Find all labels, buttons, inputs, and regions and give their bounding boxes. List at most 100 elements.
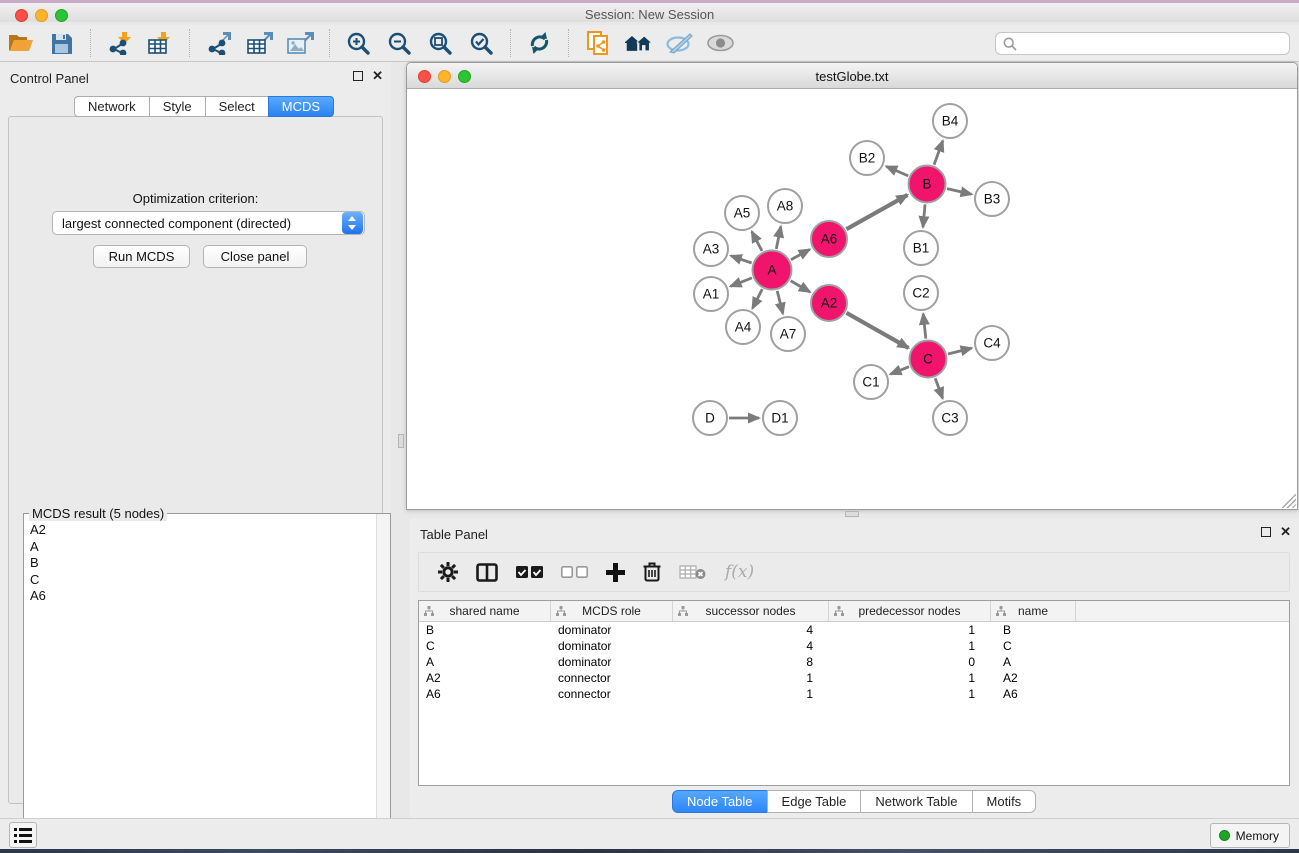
graph-edge-A-A3[interactable] (731, 256, 752, 263)
graph-node-label-A6: A6 (821, 232, 838, 247)
graph-node-label-C2: C2 (912, 286, 929, 301)
table-row[interactable]: Bdominator41B (419, 622, 1289, 638)
home-layout-icon[interactable] (625, 30, 652, 56)
main-toolbar (0, 25, 1299, 62)
graph-edge-A-A5[interactable] (752, 232, 762, 251)
table-row[interactable]: A2connector11A2 (419, 670, 1289, 686)
mcds-result-item[interactable]: B (30, 555, 375, 572)
select-all-columns-icon[interactable] (516, 566, 543, 578)
float-table-panel-icon[interactable] (1261, 527, 1271, 537)
tab-select[interactable]: Select (205, 96, 269, 117)
delete-columns-icon[interactable] (643, 562, 661, 582)
selected-criterion: largest connected component (directed) (53, 216, 342, 231)
graph-edge-A-A2[interactable] (791, 281, 810, 292)
tab-motifs[interactable]: Motifs (972, 790, 1037, 813)
tab-network[interactable]: Network (74, 96, 150, 117)
delete-table-icon[interactable] (679, 564, 706, 580)
graph-edge-A6-B[interactable] (846, 195, 907, 229)
run-mcds-button[interactable]: Run MCDS (93, 245, 190, 268)
close-table-panel-icon[interactable]: ✕ (1280, 527, 1291, 537)
graph-node-label-A3: A3 (703, 242, 720, 257)
graph-edge-A-A1[interactable] (731, 278, 752, 286)
zoom-out-icon[interactable] (386, 30, 413, 56)
graph-node-label-A7: A7 (780, 327, 797, 342)
table-row[interactable]: Adominator80A (419, 654, 1289, 670)
dropdown-stepper-icon[interactable] (342, 212, 363, 234)
column-type-icon (996, 606, 1006, 616)
network-view-window: testGlobe.txt B4B2BB3A8A5A6A3B1AA1C2A2A4… (406, 62, 1298, 510)
zoom-selected-icon[interactable] (468, 30, 495, 56)
open-file-icon[interactable] (7, 30, 34, 56)
graph-edge-A2-C[interactable] (846, 313, 908, 348)
graph-edge-C-C1[interactable] (890, 367, 909, 374)
mcds-result-item[interactable]: C (30, 572, 375, 589)
graph-edge-B-B1[interactable] (923, 204, 925, 227)
close-panel-icon[interactable]: ✕ (372, 71, 383, 81)
close-panel-button[interactable]: Close panel (203, 245, 307, 268)
column-header-shared-name[interactable]: shared name (419, 601, 551, 621)
window-resize-grip[interactable] (1282, 494, 1296, 508)
toolbar-separator (329, 29, 330, 57)
show-columns-icon[interactable] (476, 563, 498, 582)
graph-edge-B-B3[interactable] (947, 189, 972, 195)
graph-edge-A-A8[interactable] (776, 227, 781, 249)
graph-node-label-C1: C1 (862, 375, 879, 390)
float-panel-icon[interactable] (353, 71, 363, 81)
function-builder-icon[interactable]: f(x) (725, 562, 754, 582)
toolbar-separator (510, 29, 511, 57)
tab-network-table[interactable]: Network Table (860, 790, 972, 813)
show-graphics-details-icon[interactable] (707, 30, 734, 56)
column-label: name (1018, 604, 1048, 618)
network-canvas[interactable]: B4B2BB3A8A5A6A3B1AA1C2A2A4A7C4CC1C3DD1 (407, 89, 1297, 509)
column-header-predecessor-nodes[interactable]: predecessor nodes (829, 601, 991, 621)
table-options-gear-icon[interactable] (438, 562, 458, 582)
zoom-fit-icon[interactable] (427, 30, 454, 56)
column-label: predecessor nodes (858, 604, 960, 618)
export-table-icon[interactable] (246, 30, 273, 56)
create-column-icon[interactable] (606, 563, 625, 582)
search-field[interactable] (995, 32, 1290, 55)
table-cell: 1 (673, 686, 829, 702)
table-cell: 4 (673, 638, 829, 654)
unselect-all-columns-icon[interactable] (561, 566, 588, 578)
column-header-successor-nodes[interactable]: successor nodes (673, 601, 829, 621)
search-input[interactable] (1017, 37, 1289, 51)
table-cell: 8 (673, 654, 829, 670)
memory-button[interactable]: Memory (1210, 823, 1290, 848)
mcds-result-item[interactable]: A (30, 539, 375, 556)
table-row[interactable]: A6connector11A6 (419, 686, 1289, 702)
graph-edge-A-A7[interactable] (777, 291, 783, 314)
import-network-icon[interactable] (106, 30, 133, 56)
save-session-icon[interactable] (48, 30, 75, 56)
tab-node-table[interactable]: Node Table (672, 790, 768, 813)
tab-mcds[interactable]: MCDS (268, 96, 334, 117)
tab-style[interactable]: Style (149, 96, 206, 117)
mcds-result-item[interactable]: A6 (30, 588, 375, 605)
horizontal-split-handle[interactable] (845, 511, 859, 517)
import-table-icon[interactable] (147, 30, 174, 56)
mcds-result-scrollbar[interactable] (376, 514, 390, 853)
zoom-in-icon[interactable] (345, 30, 372, 56)
copy-network-icon[interactable] (584, 30, 611, 56)
graph-edge-C-C3[interactable] (935, 378, 943, 398)
tab-edge-table[interactable]: Edge Table (767, 790, 862, 813)
hide-graphics-details-icon[interactable] (666, 30, 693, 56)
vertical-split-handle[interactable] (398, 434, 404, 448)
graph-edge-C-C2[interactable] (923, 314, 926, 339)
network-window-titlebar[interactable]: testGlobe.txt (407, 63, 1297, 89)
table-row[interactable]: Cdominator41C (419, 638, 1289, 654)
graph-edge-A-A6[interactable] (791, 250, 810, 260)
mcds-result-item[interactable]: A2 (30, 522, 375, 539)
refresh-view-icon[interactable] (526, 30, 553, 56)
optimization-criterion-select[interactable]: largest connected component (directed) (52, 211, 365, 235)
graph-edge-B-B2[interactable] (886, 166, 908, 175)
task-history-button[interactable] (9, 822, 37, 848)
export-network-icon[interactable] (205, 30, 232, 56)
export-image-icon[interactable] (287, 30, 314, 56)
graph-edge-A-A4[interactable] (753, 289, 763, 308)
column-header-MCDS-role[interactable]: MCDS role (551, 601, 673, 621)
column-header-name[interactable]: name (991, 601, 1076, 621)
graph-edge-C-C4[interactable] (948, 348, 972, 354)
search-icon (1003, 37, 1017, 51)
graph-edge-B-B4[interactable] (934, 141, 943, 165)
